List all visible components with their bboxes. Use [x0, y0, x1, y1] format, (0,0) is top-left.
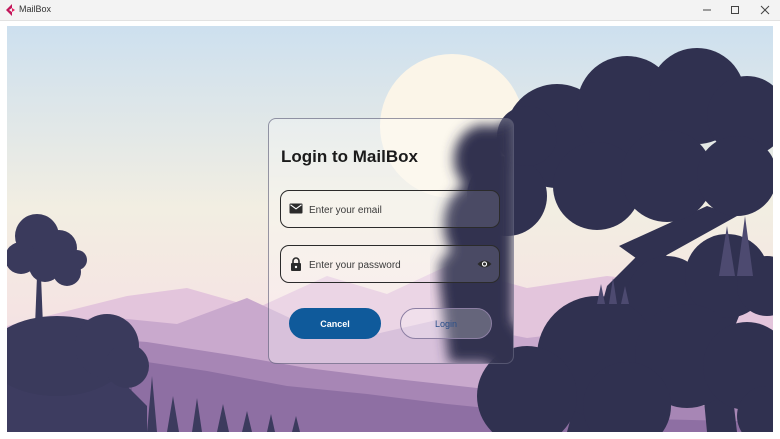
cancel-button[interactable]: Cancel — [289, 308, 381, 339]
password-field[interactable] — [280, 245, 500, 283]
window-title: MailBox — [19, 4, 52, 14]
login-heading: Login to MailBox — [281, 147, 418, 166]
maximize-button[interactable] — [720, 0, 750, 20]
minimize-button[interactable] — [692, 0, 722, 20]
maximize-icon — [731, 6, 739, 14]
email-field[interactable] — [280, 190, 500, 228]
app-logo-icon — [6, 4, 15, 16]
envelope-icon — [289, 203, 303, 214]
lock-icon — [291, 257, 301, 271]
password-input[interactable] — [309, 256, 469, 274]
close-button[interactable] — [750, 0, 780, 20]
minimize-icon — [703, 9, 711, 11]
login-card: Login to MailBox Cancel Login — [268, 118, 514, 364]
email-input[interactable] — [309, 201, 469, 219]
title-bar: MailBox — [0, 0, 780, 21]
app-content: Login to MailBox Cancel Login — [7, 26, 773, 432]
login-button[interactable]: Login — [400, 308, 492, 339]
eye-icon[interactable] — [477, 259, 492, 269]
close-icon — [760, 5, 770, 15]
